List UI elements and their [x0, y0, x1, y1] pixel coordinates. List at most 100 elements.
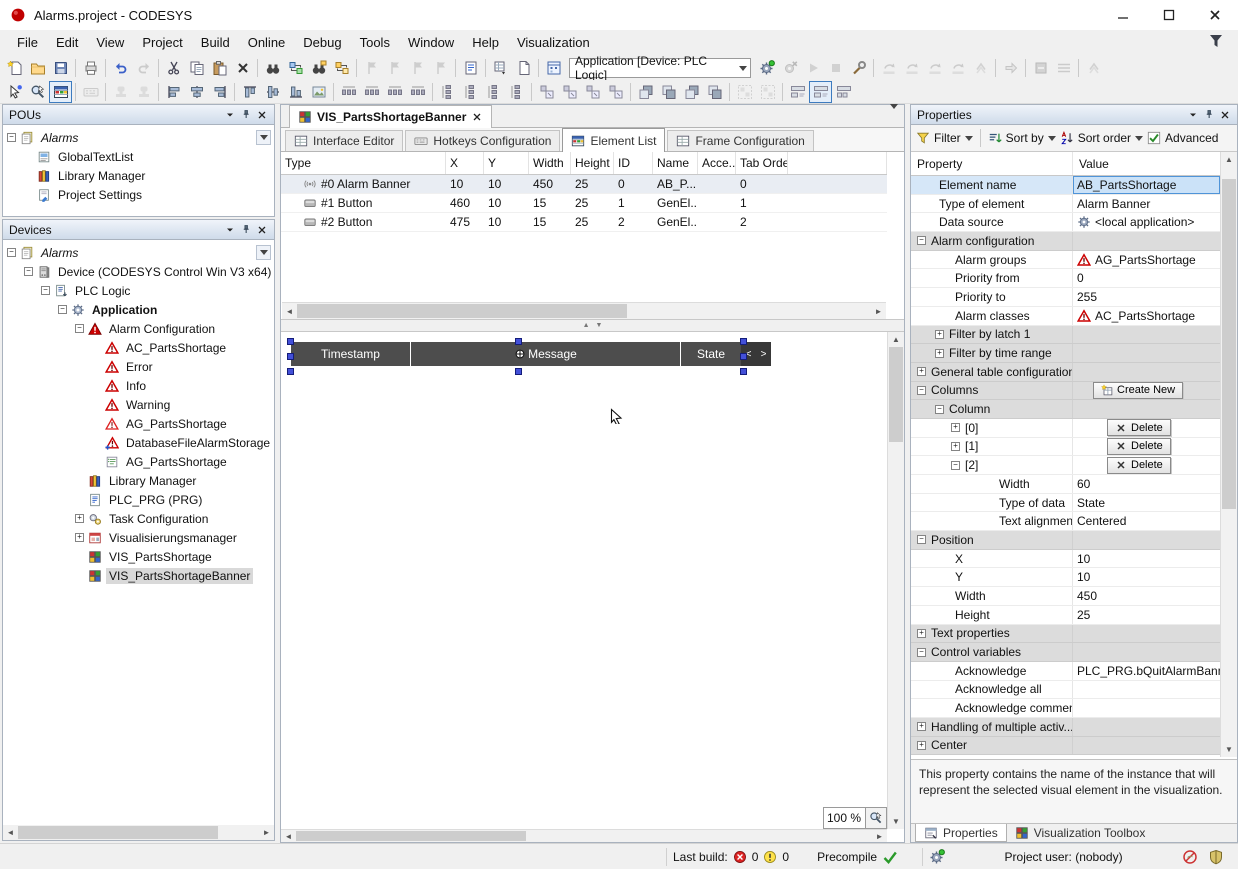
new-object-button[interactable] [512, 57, 535, 79]
selection-handle[interactable] [287, 368, 294, 375]
align-top-button[interactable] [238, 81, 261, 103]
ungroup-elements-button[interactable] [756, 81, 779, 103]
property-expander[interactable]: − [917, 535, 926, 544]
element-row[interactable]: #0 Alarm Banner1010450250AB_P...0 [281, 175, 887, 194]
property-row-control-variables[interactable]: −Control variables [911, 643, 1220, 662]
property-expander[interactable]: − [917, 386, 926, 395]
properties-vertical-scrollbar[interactable]: ▲▼ [1220, 152, 1237, 757]
tree-item-library-manager[interactable]: Library Manager [3, 471, 274, 490]
property-row-position[interactable]: −Position [911, 531, 1220, 550]
property-row-y[interactable]: Y10 [911, 568, 1220, 587]
logout-button[interactable] [778, 57, 801, 79]
menu-build[interactable]: Build [192, 30, 239, 56]
login-button[interactable] [755, 57, 778, 79]
select-element-tool-button[interactable] [3, 81, 26, 103]
replace-in-project-button[interactable] [330, 57, 353, 79]
property-row-alarm-groups[interactable]: Alarm groupsAG_PartsShortage [911, 251, 1220, 270]
chevron-down-icon[interactable] [256, 245, 271, 260]
property-expander[interactable]: − [917, 236, 926, 245]
sort-by-dropdown[interactable]: Sort by [988, 131, 1056, 145]
subtab-hotkeys-configuration[interactable]: Hotkeys Configuration [405, 130, 560, 151]
refactoring-button[interactable] [1082, 57, 1105, 79]
scroll-down-arrow[interactable]: ▼ [888, 814, 904, 829]
property-expander[interactable]: − [935, 405, 944, 414]
list-view-icons-button[interactable] [832, 81, 855, 103]
minimize-button[interactable] [1100, 0, 1146, 30]
close-icon[interactable] [1217, 107, 1233, 123]
property-expander[interactable]: + [935, 330, 944, 339]
write-values-button[interactable] [999, 57, 1022, 79]
anchor-plus-icon[interactable] [514, 348, 526, 360]
property-row-filter-by-time-range[interactable]: +Filter by time range [911, 344, 1220, 363]
tree-item-plc-prg-prg-[interactable]: PLC_PRG (PRG) [3, 490, 274, 509]
tree-item-visualisierungsmanager[interactable]: +Visualisierungsmanager [3, 528, 274, 547]
tree-expander[interactable]: − [7, 248, 16, 257]
visualization-canvas[interactable]: TimestampMessageState<> [281, 332, 887, 829]
element-list-horizontal-scrollbar[interactable]: ◄► [282, 302, 886, 319]
chevron-down-icon[interactable] [736, 59, 750, 77]
tree-item-vis-partsshortage[interactable]: VIS_PartsShortage [3, 547, 274, 566]
active-application-combo[interactable]: Application [Device: PLC Logic] [569, 58, 751, 78]
send-to-back-button[interactable] [657, 81, 680, 103]
property-row-acknowledge-all[interactable]: Acknowledge all [911, 681, 1220, 700]
filter-funnel-icon[interactable] [1208, 33, 1224, 49]
new-project-button[interactable] [3, 57, 26, 79]
step-out-button[interactable] [923, 57, 946, 79]
property-row-type-of-element[interactable]: Type of elementAlarm Banner [911, 195, 1220, 214]
previous-bookmark-button[interactable] [383, 57, 406, 79]
sort-order-dropdown[interactable]: Sort order [1060, 131, 1143, 145]
start-button[interactable] [801, 57, 824, 79]
run-to-cursor-button[interactable] [946, 57, 969, 79]
maximize-button[interactable] [1146, 0, 1192, 30]
tree-item-device-codesys-control-win-v3-x64-[interactable]: −Device (CODESYS Control Win V3 x64) [3, 262, 274, 281]
delete-button[interactable]: Delete [1107, 457, 1171, 474]
property-row-element-name[interactable]: Element nameAB_PartsShortage [911, 176, 1220, 195]
tree-item-error[interactable]: Error [3, 357, 274, 376]
create-new-button[interactable]: Create New [1093, 382, 1183, 399]
chevron-down-icon[interactable] [256, 130, 271, 145]
make-vertical-spacing-equal-button[interactable] [436, 81, 459, 103]
watch-list-button[interactable] [1052, 57, 1075, 79]
deactivate-keyboard-usage-button[interactable] [132, 81, 155, 103]
scroll-thumb[interactable] [1222, 179, 1236, 509]
column-header-tab-order[interactable]: Tab Order [736, 152, 788, 174]
property-expander[interactable]: + [917, 722, 926, 731]
property-row-center[interactable]: +Center [911, 737, 1220, 756]
selection-handle[interactable] [740, 338, 747, 345]
property-row-acknowledge-comment[interactable]: Acknowledge comment [911, 699, 1220, 718]
filter-dropdown[interactable]: Filter [916, 131, 973, 145]
column-header-x[interactable]: X [446, 152, 484, 174]
make-same-height-button[interactable] [558, 81, 581, 103]
tree-item-vis-partsshortagebanner[interactable]: VIS_PartsShortageBanner [3, 566, 274, 585]
column-header-type[interactable]: Type [281, 152, 446, 174]
scroll-left-arrow[interactable]: ◄ [281, 830, 296, 842]
delete-button[interactable]: Delete [1107, 438, 1171, 455]
menu-view[interactable]: View [87, 30, 133, 56]
decrease-horizontal-spacing-button[interactable] [383, 81, 406, 103]
splitter-handle[interactable]: ▲▼ [281, 319, 904, 332]
step-over-button[interactable] [877, 57, 900, 79]
visualization-manager-button[interactable] [542, 57, 565, 79]
tree-item-alarms[interactable]: −Alarms [3, 243, 274, 262]
cut-button[interactable] [162, 57, 185, 79]
property-expander[interactable]: + [935, 349, 944, 358]
close-icon[interactable] [254, 222, 270, 238]
align-left-button[interactable] [162, 81, 185, 103]
tree-item-ag-partsshortage[interactable]: AG_PartsShortage [3, 414, 274, 433]
list-view-details-button[interactable] [809, 81, 832, 103]
increase-vertical-spacing-button[interactable] [459, 81, 482, 103]
bring-forward-button[interactable] [680, 81, 703, 103]
decrease-vertical-spacing-button[interactable] [482, 81, 505, 103]
scroll-thumb[interactable] [18, 826, 218, 839]
tree-item-ac-partsshortage[interactable]: AC_PartsShortage [3, 338, 274, 357]
property-row-data-source[interactable]: Data source<local application> [911, 213, 1220, 232]
property-row--0-[interactable]: +[0]Delete [911, 419, 1220, 438]
scroll-right-arrow[interactable]: ► [259, 825, 274, 840]
align-center-vertical-button[interactable] [261, 81, 284, 103]
increase-horizontal-spacing-button[interactable] [360, 81, 383, 103]
selection-handle[interactable] [515, 368, 522, 375]
menu-visualization[interactable]: Visualization [508, 30, 599, 56]
column-header-id[interactable]: ID [614, 152, 653, 174]
scroll-down-arrow[interactable]: ▼ [1221, 742, 1237, 757]
tree-expander[interactable]: + [75, 514, 84, 523]
